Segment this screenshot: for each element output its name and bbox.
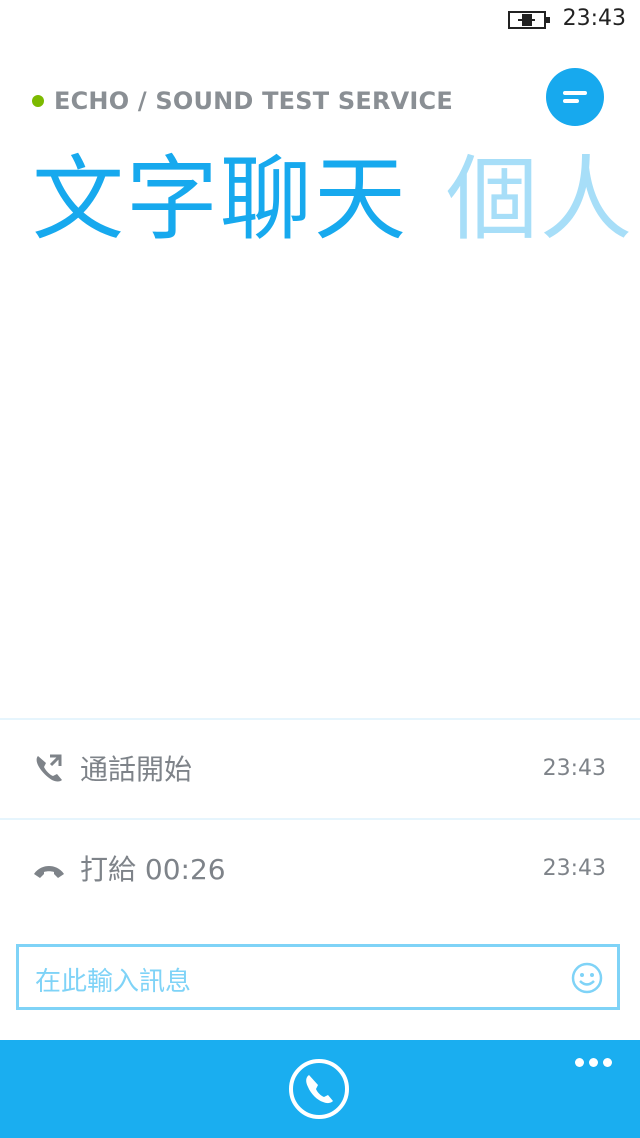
- tab-text-chat[interactable]: 文字聊天: [32, 146, 408, 253]
- event-time: 23:43: [542, 856, 606, 881]
- menu-button[interactable]: [546, 68, 604, 126]
- ellipsis-dot: [575, 1057, 584, 1067]
- menu-lines-icon: [563, 91, 587, 103]
- event-text: 打給 00:26: [80, 853, 226, 886]
- message-placeholder: 在此輸入訊息: [35, 967, 192, 997]
- event-text: 通話開始: [80, 753, 193, 786]
- presence-indicator: [32, 95, 44, 107]
- app-bar: [0, 1040, 640, 1138]
- status-clock: 23:43: [562, 6, 626, 31]
- tab-profile[interactable]: 個人: [446, 146, 634, 253]
- ellipsis-dot: [603, 1057, 612, 1067]
- list-item: 打給 00:26 23:43: [0, 820, 640, 916]
- message-input[interactable]: 在此輸入訊息: [16, 944, 620, 1010]
- phone-icon[interactable]: [288, 1058, 350, 1120]
- call-ended-icon: [34, 866, 64, 878]
- pivot-header: 文字聊天 個人: [32, 140, 640, 260]
- call-started-icon: [36, 754, 62, 782]
- ellipsis-icon[interactable]: [575, 1052, 612, 1072]
- contact-header[interactable]: ECHO / SOUND TEST SERVICE: [32, 86, 453, 116]
- ellipsis-dot: [589, 1057, 598, 1067]
- battery-charging-icon: [508, 11, 550, 29]
- contact-name: ECHO / SOUND TEST SERVICE: [54, 87, 453, 115]
- status-bar: 23:43: [0, 0, 640, 40]
- list-item: 通話開始 23:43: [0, 720, 640, 816]
- event-time: 23:43: [542, 756, 606, 781]
- smiley-icon[interactable]: [571, 962, 603, 994]
